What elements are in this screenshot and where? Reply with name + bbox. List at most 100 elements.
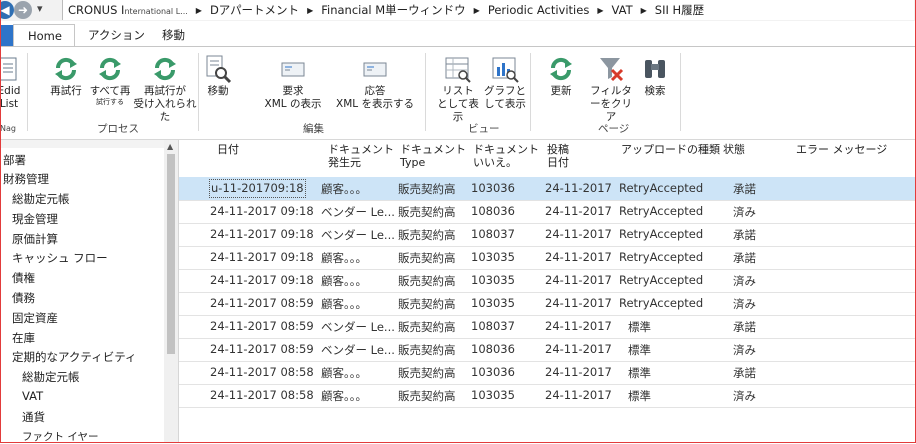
cell-posting-date[interactable]: 24-11-2017 bbox=[545, 250, 612, 264]
table-row[interactable]: 24-11-2017 08:59 顧客。。。 販売契約高 103035 24-11-20… bbox=[179, 292, 915, 316]
nav-item[interactable]: 債務 bbox=[12, 290, 35, 306]
breadcrumb-item[interactable]: Periodic Activities bbox=[483, 3, 595, 17]
nav-item[interactable]: 定期的なアクティビティ bbox=[12, 349, 137, 365]
column-header-document-no[interactable]: ドキュメント いいえ。 bbox=[473, 143, 539, 169]
scroll-thumb[interactable] bbox=[167, 154, 175, 354]
tab-actions[interactable]: アクション bbox=[88, 27, 145, 43]
column-header-document-type[interactable]: ドキュメント Type bbox=[400, 143, 466, 169]
cell-upload-type[interactable]: 標準 bbox=[628, 342, 651, 358]
cell-document-source[interactable]: ベンダー Le... bbox=[321, 342, 395, 358]
retry-button[interactable]: 再試行 bbox=[46, 53, 86, 98]
cell-date[interactable]: 24-11-2017 09:18 bbox=[210, 250, 314, 264]
table-row[interactable]: 24-11-2017 08:58 顧客。。。 販売契約高 103035 24-11-20… bbox=[179, 384, 915, 408]
cell-document-source[interactable]: 顧客。。。 bbox=[321, 365, 367, 381]
breadcrumb-item[interactable]: VAT bbox=[606, 3, 637, 17]
cell-date[interactable]: 24-11-2017 08:59 bbox=[210, 342, 314, 356]
retry-all-button[interactable]: すべて再 試行する bbox=[87, 53, 133, 106]
cell-date[interactable]: u-11-201709:18 bbox=[209, 179, 306, 198]
cell-document-source[interactable]: ベンダー Le... bbox=[321, 227, 395, 243]
row-selector[interactable] bbox=[182, 179, 185, 198]
cell-posting-date[interactable]: 24-11-2017 bbox=[545, 319, 612, 333]
cell-document-no[interactable]: 103036 bbox=[471, 365, 515, 379]
cell-status[interactable]: 承諾 bbox=[733, 319, 756, 335]
breadcrumb-separator-icon[interactable]: ▶ bbox=[304, 6, 316, 15]
cell-posting-date[interactable]: 24-11-2017 bbox=[545, 227, 612, 241]
nav-item[interactable]: 総勘定元帳 bbox=[12, 191, 70, 207]
cell-document-source[interactable]: 顧客。。。 bbox=[321, 388, 367, 404]
cell-posting-date[interactable]: 24-11-2017 bbox=[545, 296, 612, 310]
cell-upload-type[interactable]: RetryAccepted bbox=[619, 204, 703, 218]
cell-upload-type[interactable]: 標準 bbox=[628, 319, 651, 335]
breadcrumb-item[interactable]: Dアパートメント bbox=[205, 2, 304, 18]
nav-item[interactable]: 固定資産 bbox=[12, 310, 58, 326]
back-button[interactable]: ◀ bbox=[0, 1, 14, 19]
cell-document-type[interactable]: 販売契約高 bbox=[398, 181, 456, 197]
cell-status[interactable]: 承諾 bbox=[733, 250, 756, 266]
cell-document-no[interactable]: 108037 bbox=[471, 319, 515, 333]
cell-status[interactable]: 済み bbox=[733, 388, 756, 404]
column-header-document-source[interactable]: ドキュメント 発生元 bbox=[328, 143, 394, 169]
cell-status[interactable]: 承諾 bbox=[733, 227, 756, 243]
cell-date[interactable]: 24-11-2017 09:18 bbox=[210, 227, 314, 241]
nav-item[interactable]: 現金管理 bbox=[12, 211, 58, 227]
cell-document-no[interactable]: 108037 bbox=[471, 227, 515, 241]
cell-document-no[interactable]: 103035 bbox=[471, 250, 515, 264]
show-as-list-button[interactable]: リスト として表示 bbox=[432, 53, 484, 124]
cell-document-no[interactable]: 103036 bbox=[471, 181, 515, 195]
nav-item[interactable]: 通貨 bbox=[22, 409, 45, 425]
cell-document-type[interactable]: 販売契約高 bbox=[398, 365, 456, 381]
cell-upload-type[interactable]: 標準 bbox=[628, 388, 651, 404]
navigate-button[interactable]: 移動 bbox=[203, 53, 233, 98]
cell-document-no[interactable]: 103035 bbox=[471, 273, 515, 287]
cell-upload-type[interactable]: RetryAccepted bbox=[619, 227, 703, 241]
cell-date[interactable]: 24-11-2017 09:18 bbox=[210, 273, 314, 287]
cell-posting-date[interactable]: 24-11-2017 bbox=[545, 388, 612, 402]
show-as-chart-button[interactable]: グラフと して表示 bbox=[484, 53, 526, 111]
nav-item[interactable]: 部署 bbox=[3, 152, 26, 168]
cell-date[interactable]: 24-11-2017 09:18 bbox=[210, 204, 314, 218]
cell-document-type[interactable]: 販売契約高 bbox=[398, 296, 456, 312]
table-row[interactable]: 24-11-2017 08:59 ベンダー Le... 販売契約高 108036 24-… bbox=[179, 338, 915, 362]
find-button[interactable]: 検索 bbox=[640, 53, 670, 98]
table-row[interactable]: 24-11-2017 08:58 顧客。。。 販売契約高 103036 24-11-20… bbox=[179, 361, 915, 385]
cell-status[interactable]: 承諾 bbox=[733, 181, 756, 197]
cell-document-source[interactable]: ベンダー Le... bbox=[321, 204, 395, 220]
cell-posting-date[interactable]: 24-11-2017 bbox=[545, 273, 612, 287]
table-row[interactable]: 24-11-2017 09:18 顧客。。。 販売契約高 103035 24-11-20… bbox=[179, 269, 915, 293]
cell-document-type[interactable]: 販売契約高 bbox=[398, 388, 456, 404]
nav-item[interactable]: 債権 bbox=[12, 270, 35, 286]
tab-home[interactable]: Home bbox=[13, 24, 75, 48]
retry-accepted-button[interactable]: 再試行が 受け入れられた bbox=[133, 53, 197, 124]
breadcrumb-separator-icon[interactable]: ▶ bbox=[594, 6, 606, 15]
cell-status[interactable]: 済み bbox=[733, 342, 756, 358]
cell-document-source[interactable]: 顧客。。。 bbox=[321, 296, 367, 312]
cell-posting-date[interactable]: 24-11-2017 bbox=[545, 365, 612, 379]
cell-upload-type[interactable]: RetryAccepted bbox=[619, 273, 703, 287]
cell-date[interactable]: 24-11-2017 08:59 bbox=[210, 319, 314, 333]
cell-posting-date[interactable]: 24-11-2017 bbox=[545, 342, 612, 356]
cell-document-source[interactable]: 顧客。。。 bbox=[321, 273, 367, 289]
cell-document-type[interactable]: 販売契約高 bbox=[398, 273, 456, 289]
breadcrumb-item[interactable]: Financial M単ーウィンドウ bbox=[316, 2, 470, 18]
breadcrumb-item-current[interactable]: SII H履歴 bbox=[650, 2, 709, 18]
cell-posting-date[interactable]: 24-11-2017 bbox=[545, 204, 612, 218]
table-row[interactable]: 24-11-2017 09:18 ベンダー Le... 販売契約高 108036 24-… bbox=[179, 200, 915, 224]
nav-item[interactable]: 原価計算 bbox=[12, 231, 58, 247]
cell-document-source[interactable]: 顧客。。。 bbox=[321, 181, 367, 197]
cell-date[interactable]: 24-11-2017 08:58 bbox=[210, 365, 314, 379]
cell-document-no[interactable]: 103035 bbox=[471, 296, 515, 310]
nav-scrollbar[interactable]: ▲ bbox=[164, 140, 178, 443]
cell-posting-date[interactable]: 24-11-2017 bbox=[545, 181, 612, 195]
edit-list-button[interactable]: Edid List bbox=[0, 53, 21, 111]
breadcrumb-separator-icon[interactable]: ▶ bbox=[638, 6, 650, 15]
cell-upload-type[interactable]: RetryAccepted bbox=[619, 296, 703, 310]
scroll-up-icon[interactable]: ▲ bbox=[167, 142, 173, 151]
nav-item[interactable]: 総勘定元帳 bbox=[22, 369, 80, 385]
nav-item[interactable]: キャッシュ フロー bbox=[12, 250, 108, 266]
show-request-xml-button[interactable]: 要求 XML の表示 bbox=[262, 53, 324, 111]
nav-item[interactable]: ファクト イヤー bbox=[22, 429, 99, 444]
table-row[interactable]: 24-11-2017 08:59 ベンダー Le... 販売契約高 108037 24-… bbox=[179, 315, 915, 339]
cell-document-no[interactable]: 108036 bbox=[471, 342, 515, 356]
cell-upload-type[interactable]: RetryAccepted bbox=[619, 181, 703, 195]
cell-status[interactable]: 済み bbox=[733, 204, 756, 220]
